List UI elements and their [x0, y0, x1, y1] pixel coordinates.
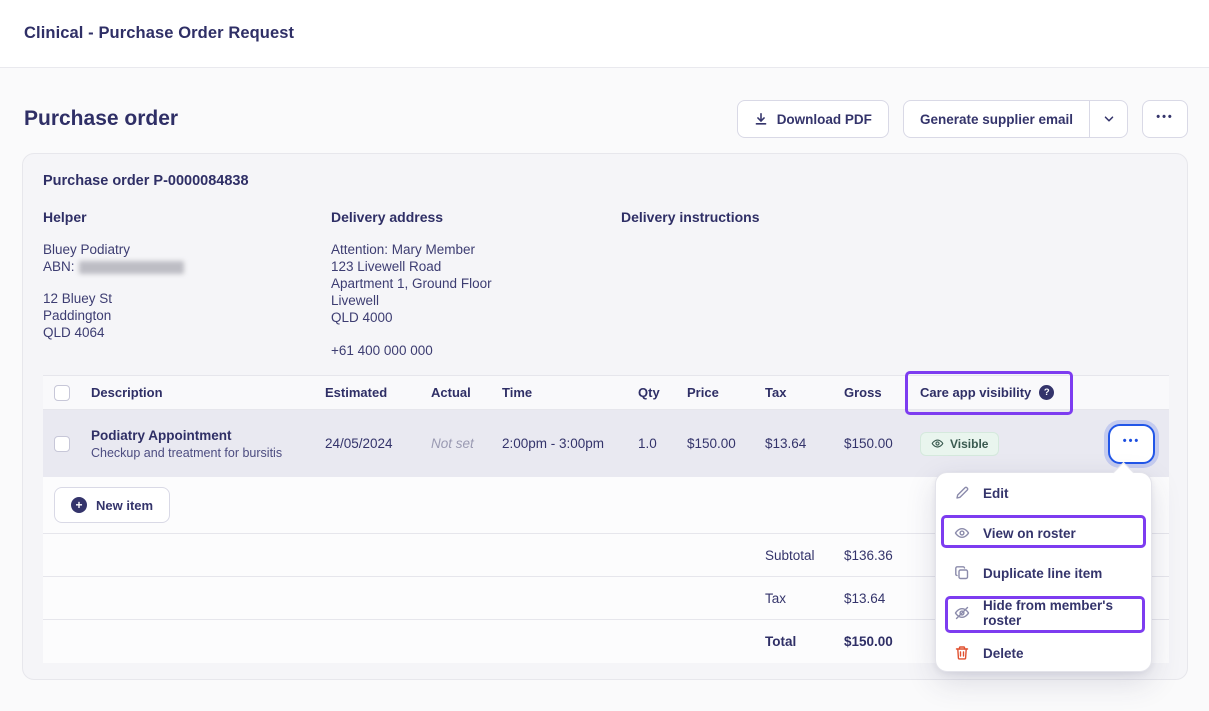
- table-header-row: Description Estimated Actual Time Qty Pr…: [43, 375, 1169, 410]
- col-gross: Gross: [844, 385, 920, 400]
- delivery-instructions-heading: Delivery instructions: [621, 209, 901, 225]
- ellipsis-icon: •••: [1123, 436, 1141, 447]
- new-item-label: New item: [96, 498, 153, 513]
- abn-redacted-value: [79, 261, 184, 274]
- plus-circle-icon: +: [71, 497, 87, 513]
- row-actions-menu: Edit View on roster Duplicate line item …: [935, 472, 1152, 672]
- delivery-line: QLD 4000: [331, 309, 611, 326]
- table-row: Podiatry Appointment Checkup and treatme…: [43, 410, 1169, 477]
- total-label: Total: [765, 634, 844, 649]
- menu-item-delete[interactable]: Delete: [936, 633, 1151, 673]
- tax-label: Tax: [765, 591, 844, 606]
- app-title: Clinical - Purchase Order Request: [24, 24, 294, 43]
- delivery-line: Attention: Mary Member: [331, 241, 611, 258]
- menu-item-hide-from-members-roster[interactable]: Hide from member's roster: [936, 593, 1151, 633]
- col-actual: Actual: [431, 385, 502, 400]
- menu-item-duplicate-line-item[interactable]: Duplicate line item: [936, 553, 1151, 593]
- delivery-line: Apartment 1, Ground Floor: [331, 275, 611, 292]
- delivery-phone: +61 400 000 000: [331, 342, 611, 359]
- delivery-instructions-section: Delivery instructions: [621, 209, 901, 225]
- helper-name: Bluey Podiatry: [43, 241, 323, 258]
- item-qty: 1.0: [638, 436, 687, 451]
- subtotal-label: Subtotal: [765, 548, 844, 563]
- delivery-line: 123 Livewell Road: [331, 258, 611, 275]
- visibility-status-badge: Visible: [920, 432, 999, 456]
- item-time: 2:00pm - 3:00pm: [502, 436, 638, 451]
- item-price: $150.00: [687, 436, 765, 451]
- col-tax: Tax: [765, 385, 844, 400]
- helper-abn-line: ABN:: [43, 258, 323, 275]
- col-description: Description: [91, 385, 325, 400]
- helper-address-line: 12 Bluey St: [43, 290, 323, 307]
- row-more-button[interactable]: •••: [1108, 424, 1155, 464]
- pencil-icon: [954, 485, 970, 501]
- subtotal-value: $136.36: [844, 548, 920, 563]
- col-qty: Qty: [638, 385, 687, 400]
- page-title: Purchase order: [24, 107, 178, 131]
- eye-off-icon: [954, 605, 970, 621]
- delivery-address-heading: Delivery address: [331, 209, 611, 225]
- helper-heading: Helper: [43, 209, 323, 225]
- help-icon[interactable]: ?: [1039, 385, 1054, 400]
- menu-item-view-on-roster[interactable]: View on roster: [936, 513, 1151, 553]
- item-actual: Not set: [431, 436, 502, 451]
- page-actions: Download PDF Generate supplier email •••: [737, 100, 1188, 138]
- eye-icon: [954, 525, 970, 541]
- generate-supplier-email-button[interactable]: Generate supplier email: [904, 101, 1089, 137]
- helper-address-line: QLD 4064: [43, 324, 323, 341]
- item-subtitle: Checkup and treatment for bursitis: [91, 446, 325, 460]
- download-pdf-label: Download PDF: [777, 112, 872, 127]
- trash-icon: [954, 645, 970, 661]
- col-estimated: Estimated: [325, 385, 431, 400]
- item-title: Podiatry Appointment: [91, 428, 325, 443]
- abn-label: ABN:: [43, 259, 75, 274]
- tax-value: $13.64: [844, 591, 920, 606]
- topbar: Clinical - Purchase Order Request: [0, 0, 1209, 68]
- eye-icon: [931, 437, 944, 450]
- chevron-down-icon[interactable]: [1089, 101, 1127, 137]
- download-icon: [754, 112, 768, 126]
- download-pdf-button[interactable]: Download PDF: [737, 100, 889, 138]
- duplicate-icon: [954, 565, 970, 581]
- delivery-address-section: Delivery address Attention: Mary Member …: [331, 209, 611, 359]
- ellipsis-icon: •••: [1156, 112, 1174, 123]
- page-more-button[interactable]: •••: [1142, 100, 1188, 138]
- total-value: $150.00: [844, 634, 920, 649]
- item-gross: $150.00: [844, 436, 920, 451]
- col-price: Price: [687, 385, 765, 400]
- item-estimated: 24/05/2024: [325, 436, 431, 451]
- select-all-checkbox[interactable]: [54, 385, 70, 401]
- row-checkbox[interactable]: [54, 436, 70, 452]
- item-tax: $13.64: [765, 436, 844, 451]
- helper-section: Helper Bluey Podiatry ABN: 12 Bluey St P…: [43, 209, 323, 341]
- new-item-button[interactable]: + New item: [54, 487, 170, 523]
- generate-supplier-email-split-button: Generate supplier email: [903, 100, 1128, 138]
- purchase-order-number: Purchase order P-0000084838: [43, 173, 249, 189]
- delivery-line: Livewell: [331, 292, 611, 309]
- col-care-app-visibility: Care app visibility ?: [920, 385, 1108, 400]
- page-header: Purchase order Download PDF Generate sup…: [0, 68, 1209, 138]
- col-time: Time: [502, 385, 638, 400]
- helper-address-line: Paddington: [43, 307, 323, 324]
